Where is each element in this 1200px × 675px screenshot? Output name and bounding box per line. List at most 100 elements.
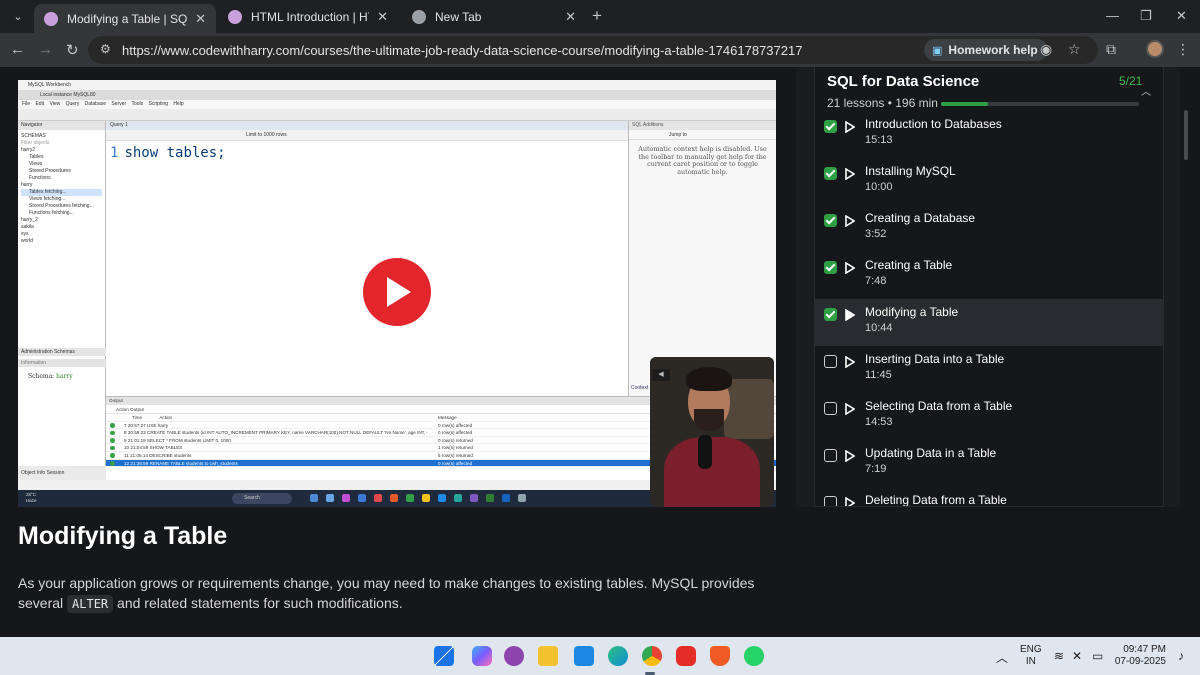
lesson-item[interactable]: Installing MySQL 10:00 xyxy=(815,158,1163,205)
success-icon xyxy=(110,438,115,443)
homework-help-button[interactable]: ▣ Homework help xyxy=(924,39,1048,61)
whatsapp-icon[interactable] xyxy=(744,646,764,666)
row-time: 20:59:23 xyxy=(127,430,146,436)
app-icon xyxy=(438,494,446,502)
lesson-checkbox[interactable] xyxy=(824,167,837,180)
sidebar-scrollbar-thumb[interactable] xyxy=(1184,110,1188,160)
lesson-item[interactable]: Creating a Database 3:52 xyxy=(815,205,1163,252)
lesson-checkbox[interactable] xyxy=(824,120,837,133)
browser-tab[interactable]: New Tab ✕ xyxy=(402,4,586,30)
lens-icon: ▣ xyxy=(932,44,943,57)
lesson-checkbox[interactable] xyxy=(824,214,837,227)
tree-item: Views xyxy=(29,161,43,167)
minimize-icon[interactable]: — xyxy=(1106,8,1119,23)
menu-kebab-icon[interactable]: ⋮ xyxy=(1176,41,1190,58)
row-number: 12 xyxy=(124,460,130,466)
row-time: 21:05:14 xyxy=(130,452,148,458)
play-icon xyxy=(845,121,855,133)
copilot-icon[interactable] xyxy=(472,646,492,666)
windows-start-icon[interactable] xyxy=(434,646,454,666)
url-text[interactable]: https://www.codewithharry.com/courses/th… xyxy=(122,43,802,58)
site-info-icon[interactable]: ⚙ xyxy=(100,42,111,56)
new-tab-icon[interactable]: + xyxy=(592,6,602,26)
chevron-up-icon[interactable]: ︿ xyxy=(996,649,1008,666)
lesson-name: Modifying a Table xyxy=(865,305,959,319)
reload-icon[interactable]: ↻ xyxy=(66,41,79,59)
window-close-icon[interactable]: ✕ xyxy=(1176,8,1187,24)
tab-search-button[interactable]: ⌄ xyxy=(8,6,28,26)
input-language[interactable]: ENG IN xyxy=(1020,644,1042,668)
wifi-icon[interactable]: ≋ xyxy=(1054,649,1064,663)
eye-off-icon[interactable]: ◉ xyxy=(1040,41,1052,58)
edge-icon[interactable] xyxy=(608,646,628,666)
workbench-title: MySQL Workbench xyxy=(28,82,72,88)
browser-tab-active[interactable]: Modifying a Table | SQL for Data Science… xyxy=(34,4,216,33)
lesson-checkbox[interactable] xyxy=(824,308,837,321)
lang-top: ENG xyxy=(1020,644,1042,655)
notification-bell-icon[interactable]: ♪ xyxy=(1178,649,1184,663)
brave-icon[interactable] xyxy=(710,646,730,666)
menu-item: Server xyxy=(111,101,127,107)
page-content: MySQL Workbench Local instance MySQL80 F… xyxy=(0,67,1200,637)
lesson-item[interactable]: Selecting Data from a Table 14:53 xyxy=(815,393,1163,440)
tree-item: sys xyxy=(21,231,29,237)
lesson-item[interactable]: Introduction to Databases 15:13 xyxy=(815,111,1163,158)
lesson-checkbox[interactable] xyxy=(824,496,837,506)
tree-item: harry xyxy=(21,182,33,188)
chrome-favicon-icon xyxy=(412,10,426,24)
video-play-button[interactable] xyxy=(363,258,431,326)
col-action: Action xyxy=(159,415,173,420)
close-icon[interactable]: ✕ xyxy=(565,9,576,25)
clock-time: 09:47 PM xyxy=(1123,644,1166,655)
tab-title: New Tab xyxy=(435,10,482,24)
lesson-item[interactable]: Creating a Table 7:48 xyxy=(815,252,1163,299)
browser-tab-bar: ⌄ Modifying a Table | SQL for Data Scien… xyxy=(0,0,1200,33)
lesson-checkbox[interactable] xyxy=(824,261,837,274)
menu-item: Tools xyxy=(131,101,144,107)
menu-item: Edit xyxy=(35,101,45,107)
lang-bottom: IN xyxy=(1025,656,1036,667)
lesson-item[interactable]: Inserting Data into a Table 11:45 xyxy=(815,346,1163,393)
system-clock[interactable]: 09:47 PM 07-09-2025 xyxy=(1114,644,1166,668)
lesson-checkbox[interactable] xyxy=(824,449,837,462)
tree-item: world xyxy=(21,238,33,244)
back-arrow-icon[interactable]: ← xyxy=(10,41,25,58)
youtube-icon[interactable] xyxy=(676,646,696,666)
lesson-checkbox[interactable] xyxy=(824,355,837,368)
app-icon xyxy=(374,494,382,502)
lesson-item[interactable]: Deleting Data from a Table xyxy=(815,487,1163,506)
bookmark-star-icon[interactable]: ☆ xyxy=(1068,41,1081,58)
chevron-up-icon[interactable]: ︿ xyxy=(1141,83,1151,98)
play-icon xyxy=(845,262,855,274)
close-icon[interactable]: ✕ xyxy=(195,11,206,27)
row-number: 10 xyxy=(124,445,130,451)
lesson-name: Creating a Table xyxy=(865,258,953,272)
extensions-icon[interactable]: ⧉ xyxy=(1106,41,1116,58)
lesson-duration: 7:19 xyxy=(865,463,887,475)
video-player[interactable]: MySQL Workbench Local instance MySQL80 F… xyxy=(18,80,776,507)
success-icon xyxy=(110,453,115,458)
chrome-icon[interactable] xyxy=(642,646,662,666)
lesson-item-current[interactable]: Modifying a Table 10:44 xyxy=(815,299,1163,346)
tree-item: Views fetching... xyxy=(29,196,66,202)
row-action: SELECT * FROM students LIMIT 0, 1000 xyxy=(147,437,231,443)
browser-tab[interactable]: HTML Introduction | HTML Tutorial ✕ xyxy=(218,4,398,30)
lesson-checkbox[interactable] xyxy=(824,402,837,415)
volume-muted-icon[interactable]: ✕ xyxy=(1072,649,1082,663)
vscode-icon[interactable] xyxy=(574,646,594,666)
address-bar[interactable]: ⚙ https://www.codewithharry.com/courses/… xyxy=(88,36,1098,64)
lesson-item[interactable]: Updating Data in a Table 7:19 xyxy=(815,440,1163,487)
play-icon xyxy=(845,309,855,321)
clock-date: 07-09-2025 xyxy=(1114,656,1166,667)
restore-icon[interactable]: ❐ xyxy=(1140,8,1152,24)
workbench-menu: File Edit View Query Database Server Too… xyxy=(18,100,776,109)
forward-arrow-icon[interactable]: → xyxy=(38,41,53,58)
file-explorer-icon[interactable] xyxy=(538,646,558,666)
github-desktop-icon[interactable] xyxy=(504,646,524,666)
code-text: show tables; xyxy=(124,145,226,161)
close-icon[interactable]: ✕ xyxy=(377,9,388,25)
lesson-name: Creating a Database xyxy=(865,211,976,225)
weather-widget: 28°C Haze xyxy=(26,492,37,504)
profile-avatar[interactable] xyxy=(1146,40,1164,58)
battery-icon[interactable]: ▭ xyxy=(1092,649,1103,663)
